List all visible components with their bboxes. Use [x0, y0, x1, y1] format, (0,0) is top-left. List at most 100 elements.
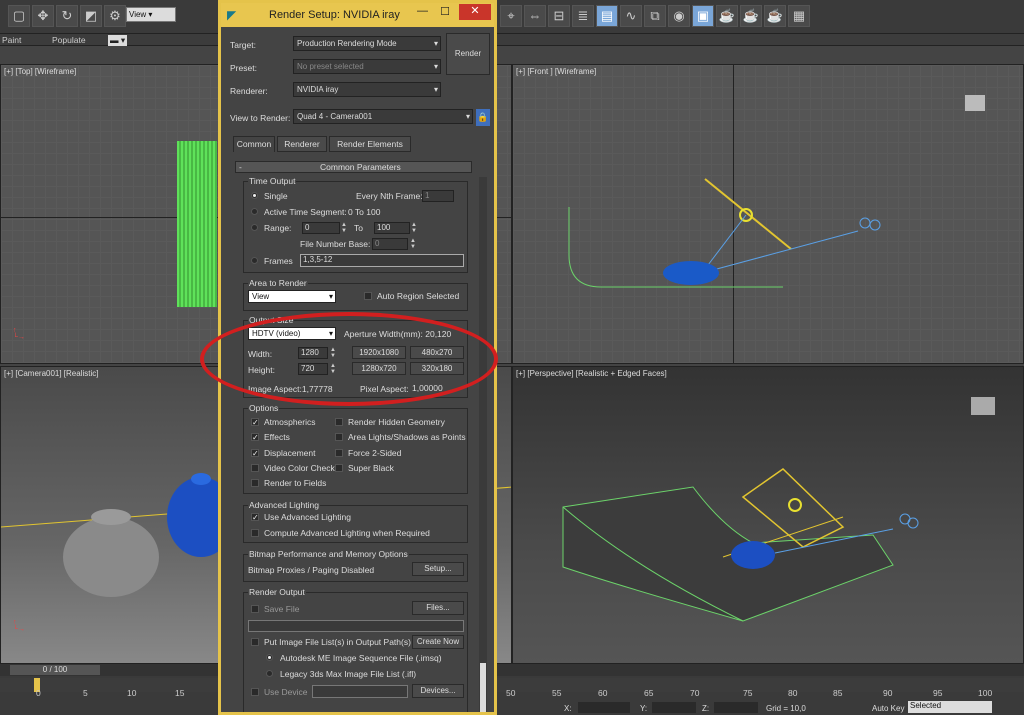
save-file-checkbox[interactable] [251, 605, 259, 613]
render-button[interactable]: Render [446, 33, 490, 75]
scrollbar-thumb[interactable] [480, 663, 486, 712]
range-radio[interactable] [251, 224, 258, 231]
renderer-combo[interactable]: NVIDIA iray ▾ [293, 82, 441, 97]
auto-key-button[interactable]: Auto Key [872, 704, 904, 713]
spinner-icon[interactable]: ▲ ▼ [411, 222, 417, 234]
align-icon[interactable]: ⊟ [548, 5, 570, 27]
single-radio[interactable] [251, 192, 258, 199]
named-selection-icon[interactable]: ⌖ [500, 5, 522, 27]
force-2sided-checkbox[interactable] [335, 449, 343, 457]
autodesk-imsq-radio[interactable] [266, 654, 273, 661]
reference-coordinate-combo[interactable]: View ▾ [126, 7, 176, 22]
super-black-checkbox[interactable] [335, 464, 343, 472]
tab-renderer[interactable]: Renderer [277, 136, 327, 152]
files-button[interactable]: Files... [412, 601, 464, 615]
render-hidden-checkbox[interactable] [335, 418, 343, 426]
render-output-title: Render Output [248, 587, 306, 597]
legacy-ifl-radio[interactable] [266, 670, 273, 677]
dialog-titlebar[interactable]: ◤ Render Setup: NVIDIA iray — ☐ ✕ [221, 3, 494, 27]
options-title: Options [248, 403, 280, 413]
paint-tab[interactable]: Paint [2, 35, 21, 45]
tick-label: 70 [690, 688, 700, 698]
effects-checkbox[interactable]: ✓ [251, 433, 259, 442]
tab-render-elements[interactable]: Render Elements [329, 136, 411, 152]
use-advanced-lighting-checkbox[interactable]: ✓ [251, 513, 259, 522]
viewport-perspective[interactable]: [+] [Perspective] [Realistic + Edged Fac… [512, 366, 1024, 664]
output-path-field[interactable] [248, 620, 464, 632]
video-color-checkbox[interactable] [251, 464, 259, 472]
key-filter-combo[interactable]: Selected [908, 701, 992, 713]
viewport-label-front[interactable]: [+] [Front ] [Wireframe] [516, 67, 596, 76]
viewport-label-perspective[interactable]: [+] [Perspective] [Realistic + Edged Fac… [516, 369, 667, 378]
rotate-icon[interactable]: ↻ [56, 5, 78, 27]
tick-label: 55 [552, 688, 562, 698]
common-parameters-rollout[interactable]: - Common Parameters [235, 161, 472, 173]
put-image-list-checkbox[interactable] [251, 638, 259, 646]
area-to-render-combo[interactable]: View ▾ [248, 290, 336, 303]
viewport-front[interactable]: [+] [Front ] [Wireframe] [512, 64, 1024, 364]
render-iterative-icon[interactable]: ☕ [764, 5, 786, 27]
ribbon-options-icon[interactable]: ▬ ▾ [108, 35, 128, 46]
preset-combo[interactable]: No preset selected ▾ [293, 59, 441, 74]
frames-radio[interactable] [251, 257, 258, 264]
status-bar: X: Y: Z: Grid = 10,0 Auto Key Selected [0, 700, 1024, 715]
displacement-label: Displacement [264, 448, 316, 458]
minimize-icon[interactable]: — [417, 5, 428, 17]
file-number-base-label: File Number Base: [300, 239, 371, 249]
range-from-field[interactable]: 0 [302, 222, 340, 234]
active-time-segment-radio[interactable] [251, 208, 258, 215]
target-combo[interactable]: Production Rendering Mode ▾ [293, 36, 441, 51]
render-production-icon[interactable]: ☕ [740, 5, 762, 27]
mirror-icon[interactable]: ⇔ [524, 5, 546, 27]
render-setup-icon[interactable]: ▣ [692, 5, 714, 27]
activeshade-icon[interactable]: ▦ [788, 5, 810, 27]
layer-icon[interactable]: ≣ [572, 5, 594, 27]
dialog-scrollbar[interactable] [479, 177, 487, 712]
range-to-field[interactable]: 100 [374, 222, 410, 234]
scale-icon[interactable]: ◩ [80, 5, 102, 27]
material-editor-icon[interactable]: ◉ [668, 5, 690, 27]
chevron-down-icon: ▾ [433, 85, 438, 94]
time-slider-track[interactable] [0, 664, 1024, 676]
legacy-ifl-label: Legacy 3ds Max Image File List (.ifl) [280, 669, 417, 679]
tab-common[interactable]: Common [233, 136, 275, 152]
graphite-ribbon-icon[interactable]: ▤ [596, 5, 618, 27]
rendered-frame-icon[interactable]: ☕ [716, 5, 738, 27]
device-field[interactable] [312, 685, 408, 698]
render-to-fields-checkbox[interactable] [251, 479, 259, 487]
compute-advanced-lighting-checkbox[interactable] [251, 529, 259, 537]
use-device-checkbox[interactable] [251, 688, 259, 696]
area-lights-checkbox[interactable] [335, 433, 343, 441]
every-nth-field[interactable]: 1 [422, 190, 454, 202]
displacement-checkbox[interactable]: ✓ [251, 449, 259, 458]
spinner-icon[interactable]: ▲ ▼ [341, 222, 347, 234]
time-slider[interactable]: 0 / 100 [10, 665, 100, 675]
bitmap-setup-button[interactable]: Setup... [412, 562, 464, 576]
move-icon[interactable]: ✥ [32, 5, 54, 27]
y-field[interactable] [652, 702, 696, 713]
create-now-button[interactable]: Create Now [412, 635, 464, 649]
rollout-title: Common Parameters [320, 162, 401, 172]
schematic-view-icon[interactable]: ⧉ [644, 5, 666, 27]
auto-region-checkbox[interactable] [364, 292, 372, 300]
populate-tab[interactable]: Populate [52, 35, 86, 45]
frames-field[interactable]: 1,3,5-12 [300, 254, 464, 267]
bitmap-options-group: Bitmap Performance and Memory Options Bi… [243, 549, 468, 582]
reference-coord-icon[interactable]: ⚙ [104, 5, 126, 27]
atmospherics-checkbox[interactable]: ✓ [251, 418, 259, 427]
select-icon[interactable]: ▢ [8, 5, 30, 27]
devices-button[interactable]: Devices... [412, 684, 464, 698]
file-number-base-field[interactable]: 0 [372, 238, 408, 250]
options-group: Options ✓ Atmospherics Render Hidden Geo… [243, 403, 468, 494]
to-label: To [354, 223, 363, 233]
spinner-icon[interactable]: ▲ ▼ [410, 238, 416, 250]
maximize-icon[interactable]: ☐ [440, 5, 450, 18]
z-field[interactable] [714, 702, 758, 713]
lock-icon[interactable]: 🔒 [476, 109, 490, 126]
viewport-label-camera[interactable]: [+] [Camera001] [Realistic] [4, 369, 98, 378]
viewport-label-top[interactable]: [+] [Top] [Wireframe] [4, 67, 76, 76]
curve-editor-icon[interactable]: ∿ [620, 5, 642, 27]
x-field[interactable] [578, 702, 630, 713]
close-icon[interactable]: ✕ [459, 4, 491, 20]
view-to-render-combo[interactable]: Quad 4 - Camera001 ▾ [293, 109, 473, 124]
